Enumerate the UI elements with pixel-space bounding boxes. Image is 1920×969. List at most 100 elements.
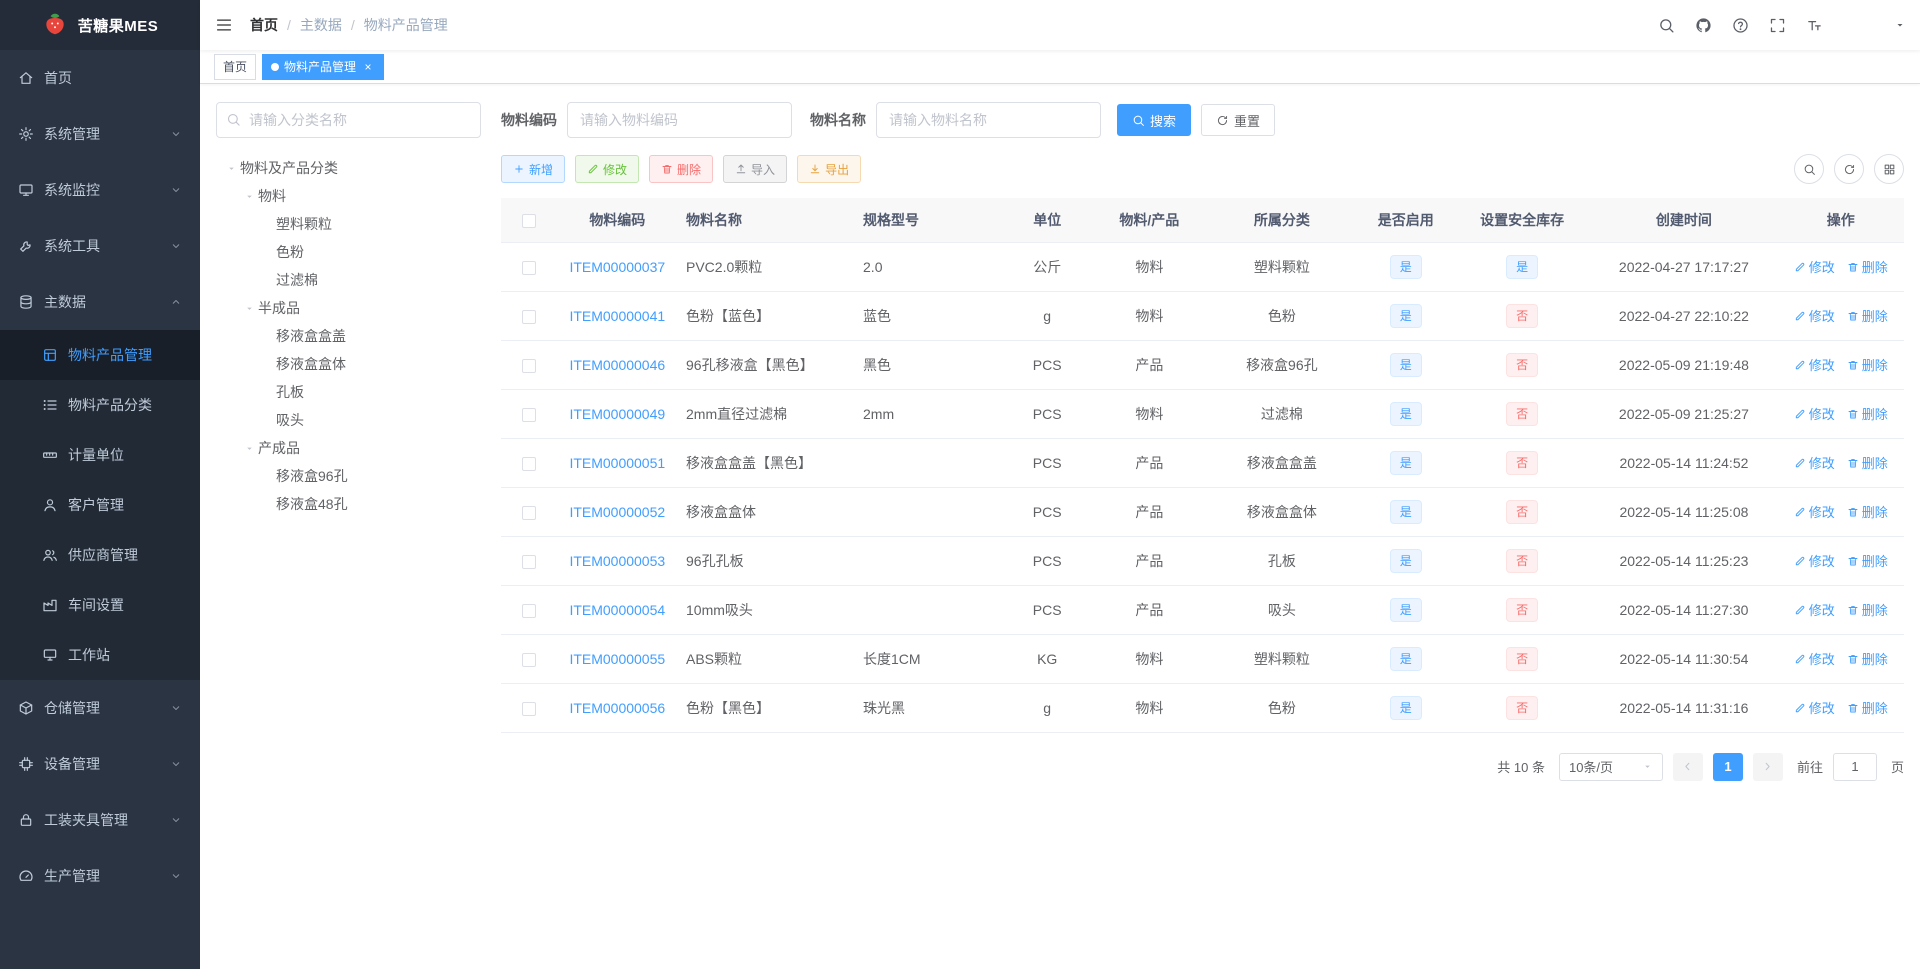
edit-button[interactable]: 修改 (575, 155, 640, 183)
tree-node[interactable]: 移液盒48孔 (216, 490, 481, 518)
row-checkbox[interactable] (521, 407, 536, 422)
delete-row-button[interactable]: 删除 (1847, 551, 1888, 570)
edit-row-button[interactable]: 修改 (1794, 502, 1835, 521)
delete-row-button[interactable]: 删除 (1847, 257, 1888, 276)
row-checkbox[interactable] (521, 554, 536, 569)
item-code-link[interactable]: ITEM00000049 (569, 406, 665, 422)
delete-button[interactable]: 删除 (649, 155, 714, 183)
tree-node[interactable]: 移液盒盒体 (216, 350, 481, 378)
item-code-link[interactable]: ITEM00000052 (569, 504, 665, 520)
delete-row-button[interactable]: 删除 (1847, 355, 1888, 374)
tree-node[interactable]: 半成品 (216, 294, 481, 322)
add-button[interactable]: 新增 (501, 155, 566, 183)
tree-node[interactable]: 塑料颗粒 (216, 210, 481, 238)
row-checkbox[interactable] (521, 309, 536, 324)
edit-row-button[interactable]: 修改 (1794, 453, 1835, 472)
edit-row-button[interactable]: 修改 (1794, 355, 1835, 374)
toggle-search-button[interactable] (1794, 154, 1824, 184)
close-icon[interactable]: × (361, 60, 375, 74)
caret-down-icon[interactable] (240, 303, 258, 314)
caret-down-icon[interactable] (222, 163, 240, 174)
item-code-link[interactable]: ITEM00000046 (569, 357, 665, 373)
item-code-link[interactable]: ITEM00000051 (569, 455, 665, 471)
item-code-link[interactable]: ITEM00000041 (569, 308, 665, 324)
sidebar-item-system-tools[interactable]: 系统工具 (0, 218, 200, 274)
font-size-icon[interactable] (1806, 17, 1823, 34)
page-size-select[interactable]: 10条/页 (1558, 752, 1663, 781)
sidebar-item-system-management[interactable]: 系统管理 (0, 106, 200, 162)
sidebar-item-tooling-management[interactable]: 工装夹具管理 (0, 792, 200, 848)
fullscreen-icon[interactable] (1769, 17, 1786, 34)
sidebar-item-customer-management[interactable]: 客户管理 (0, 480, 200, 530)
tree-node[interactable]: 产成品 (216, 434, 481, 462)
row-checkbox[interactable] (521, 701, 536, 716)
delete-row-button[interactable]: 删除 (1847, 649, 1888, 668)
row-checkbox[interactable] (521, 260, 536, 275)
sidebar-item-system-monitor[interactable]: 系统监控 (0, 162, 200, 218)
search-icon[interactable] (1658, 17, 1675, 34)
sidebar-item-material-product-management[interactable]: 物料产品管理 (0, 330, 200, 380)
refresh-button[interactable] (1834, 154, 1864, 184)
edit-row-button[interactable]: 修改 (1794, 649, 1835, 668)
filter-name-input[interactable] (876, 102, 1101, 138)
edit-row-button[interactable]: 修改 (1794, 257, 1835, 276)
tree-node[interactable]: 孔板 (216, 378, 481, 406)
search-button[interactable]: 搜索 (1117, 104, 1192, 136)
tab-home[interactable]: 首页 (214, 53, 257, 80)
next-page-button[interactable] (1752, 752, 1783, 781)
tree-node[interactable]: 移液盒盒盖 (216, 322, 481, 350)
delete-row-button[interactable]: 删除 (1847, 502, 1888, 521)
sidebar-item-supplier-management[interactable]: 供应商管理 (0, 530, 200, 580)
sidebar-item-measure-unit[interactable]: 计量单位 (0, 430, 200, 480)
export-button[interactable]: 导出 (797, 155, 862, 183)
row-checkbox[interactable] (521, 456, 536, 471)
sidebar-item-master-data[interactable]: 主数据 (0, 274, 200, 330)
filter-code-input[interactable] (567, 102, 792, 138)
item-code-link[interactable]: ITEM00000037 (569, 259, 665, 275)
item-code-link[interactable]: ITEM00000053 (569, 553, 665, 569)
sidebar-item-workstation[interactable]: 工作站 (0, 630, 200, 680)
user-menu[interactable] (1849, 6, 1906, 44)
item-code-link[interactable]: ITEM00000055 (569, 651, 665, 667)
delete-row-button[interactable]: 删除 (1847, 453, 1888, 472)
columns-button[interactable] (1874, 154, 1904, 184)
tree-node[interactable]: 移液盒96孔 (216, 462, 481, 490)
delete-row-button[interactable]: 删除 (1847, 306, 1888, 325)
sidebar-item-warehouse-management[interactable]: 仓储管理 (0, 680, 200, 736)
sidebar-item-production-management[interactable]: 生产管理 (0, 848, 200, 904)
row-checkbox[interactable] (521, 603, 536, 618)
breadcrumb-item-home[interactable]: 首页 (250, 15, 278, 35)
select-all-checkbox[interactable] (521, 213, 536, 228)
category-search-input[interactable] (216, 102, 481, 138)
reset-button[interactable]: 重置 (1201, 104, 1276, 136)
item-code-link[interactable]: ITEM00000056 (569, 700, 665, 716)
tree-node[interactable]: 过滤棉 (216, 266, 481, 294)
import-button[interactable]: 导入 (723, 155, 788, 183)
caret-down-icon[interactable] (240, 191, 258, 202)
tree-node[interactable]: 物料 (216, 182, 481, 210)
tree-node[interactable]: 吸头 (216, 406, 481, 434)
question-icon[interactable] (1732, 17, 1749, 34)
sidebar-item-workshop-settings[interactable]: 车间设置 (0, 580, 200, 630)
goto-page-input[interactable] (1832, 752, 1877, 781)
edit-row-button[interactable]: 修改 (1794, 600, 1835, 619)
app-logo[interactable]: 苦糖果MES (0, 0, 200, 50)
edit-row-button[interactable]: 修改 (1794, 698, 1835, 717)
delete-row-button[interactable]: 删除 (1847, 698, 1888, 717)
tab-material-product-management[interactable]: 物料产品管理 × (262, 53, 385, 80)
row-checkbox[interactable] (521, 652, 536, 667)
row-checkbox[interactable] (521, 505, 536, 520)
tree-node[interactable]: 色粉 (216, 238, 481, 266)
github-icon[interactable] (1695, 17, 1712, 34)
row-checkbox[interactable] (521, 358, 536, 373)
sidebar-item-home[interactable]: 首页 (0, 50, 200, 106)
sidebar-item-equipment-management[interactable]: 设备管理 (0, 736, 200, 792)
caret-down-icon[interactable] (240, 443, 258, 454)
page-number-button[interactable]: 1 (1712, 752, 1743, 781)
sidebar-item-material-product-category[interactable]: 物料产品分类 (0, 380, 200, 430)
tree-node[interactable]: 物料及产品分类 (216, 154, 481, 182)
hamburger-icon[interactable] (200, 0, 248, 50)
edit-row-button[interactable]: 修改 (1794, 306, 1835, 325)
edit-row-button[interactable]: 修改 (1794, 551, 1835, 570)
edit-row-button[interactable]: 修改 (1794, 404, 1835, 423)
